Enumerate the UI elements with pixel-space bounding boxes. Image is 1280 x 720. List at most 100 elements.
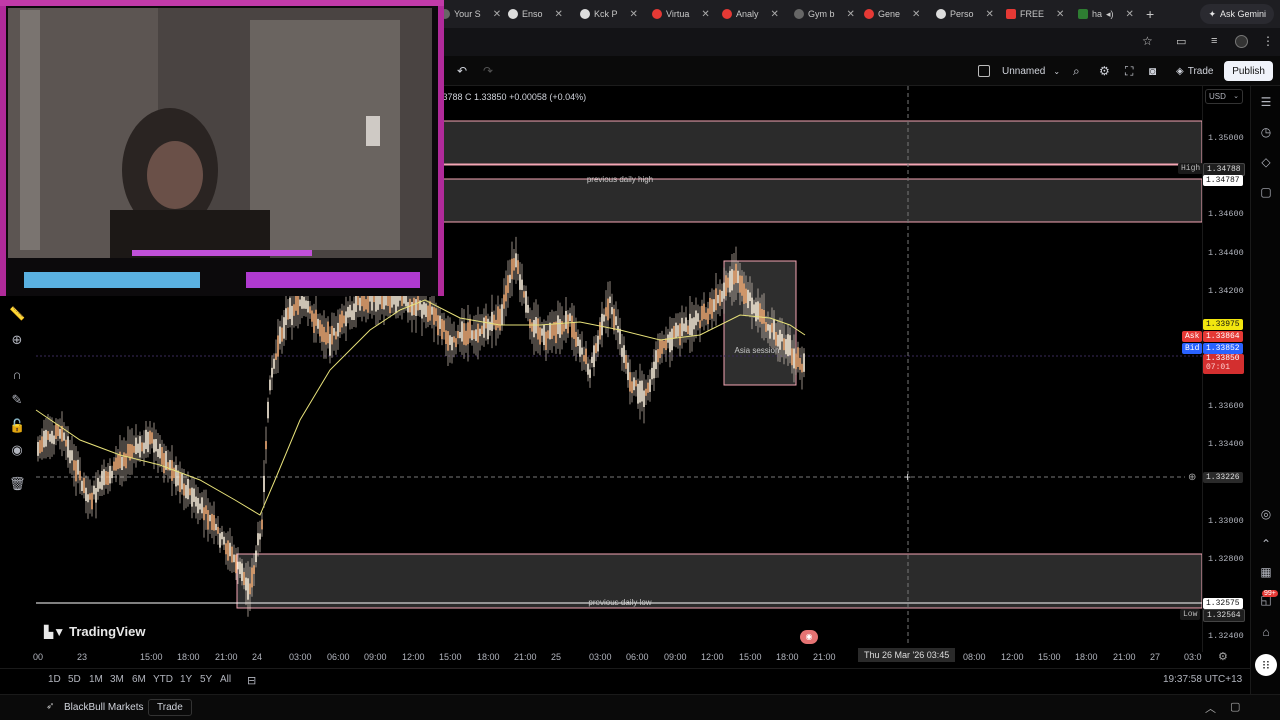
candle-body bbox=[163, 453, 165, 474]
time-axis-settings-icon[interactable]: ⚙ bbox=[1218, 650, 1228, 663]
audio-icon[interactable]: ◂) bbox=[1106, 9, 1114, 20]
candle-body bbox=[39, 440, 41, 454]
candle-body bbox=[607, 298, 609, 321]
candle-body bbox=[659, 339, 661, 359]
bookmark-star-icon[interactable]: ☆ bbox=[1142, 34, 1153, 48]
close-icon[interactable]: ✕ bbox=[630, 9, 638, 20]
clock-label[interactable]: 19:37:58 UTC+13 bbox=[1163, 674, 1242, 685]
settings-gear-icon[interactable]: ⚙ bbox=[1099, 62, 1110, 80]
candle-body bbox=[513, 258, 515, 271]
magnet-icon[interactable]: ∩ bbox=[9, 367, 25, 383]
extensions-icon[interactable]: ≡ bbox=[1211, 35, 1217, 47]
pencil-icon[interactable]: ✎ bbox=[9, 392, 25, 408]
layout-selector[interactable]: Unnamed ⌄ bbox=[978, 62, 1060, 80]
close-icon[interactable]: ✕ bbox=[555, 9, 563, 20]
close-icon[interactable]: ✕ bbox=[493, 9, 501, 20]
browser-tab[interactable]: FREE ✕ bbox=[1006, 4, 1064, 24]
fullscreen-icon[interactable]: ⛶ bbox=[1125, 62, 1133, 80]
close-icon[interactable]: ✕ bbox=[1056, 9, 1064, 20]
candle-body bbox=[437, 315, 439, 336]
browser-tab[interactable]: ha ◂) ✕ bbox=[1078, 4, 1134, 24]
candle-body bbox=[473, 330, 475, 340]
range-1m[interactable]: 1M bbox=[89, 674, 103, 685]
browser-tab[interactable]: Perso ✕ bbox=[936, 4, 994, 24]
close-icon[interactable]: ✕ bbox=[912, 9, 920, 20]
range-ytd[interactable]: YTD bbox=[153, 674, 173, 685]
candle-body bbox=[563, 324, 565, 332]
candle-body bbox=[735, 263, 737, 283]
candle-body bbox=[435, 308, 437, 322]
browser-tab[interactable]: Enso ✕ bbox=[508, 4, 563, 24]
chat-icon[interactable]: ▢ bbox=[1258, 184, 1274, 200]
undo-icon[interactable]: ↶ bbox=[457, 62, 467, 80]
candle-body bbox=[431, 306, 433, 315]
range-1y[interactable]: 1Y bbox=[180, 674, 192, 685]
help-icon[interactable]: ⌂ bbox=[1258, 624, 1274, 640]
date-range-icon[interactable]: ⊟ bbox=[247, 674, 256, 687]
close-icon[interactable]: ✕ bbox=[986, 9, 994, 20]
candle-body bbox=[151, 432, 153, 444]
redo-icon[interactable]: ↷ bbox=[483, 62, 493, 80]
candle-body bbox=[587, 363, 589, 375]
browser-tab[interactable]: Kck P ✕ bbox=[580, 4, 638, 24]
range-3m[interactable]: 3M bbox=[110, 674, 124, 685]
zoom-in-icon[interactable]: ⊕ bbox=[9, 332, 25, 348]
target-icon[interactable]: ◎ bbox=[1258, 506, 1274, 522]
candle-body bbox=[573, 322, 575, 339]
browser-tab[interactable]: Gym b ✕ bbox=[794, 4, 855, 24]
candle-body bbox=[751, 297, 753, 315]
trash-icon[interactable]: 🗑 bbox=[9, 476, 26, 492]
ask-gemini-button[interactable]: ✦ Ask Gemini bbox=[1200, 4, 1274, 24]
new-tab-button[interactable]: + bbox=[1146, 4, 1154, 24]
layers-icon[interactable]: ◇ bbox=[1258, 154, 1274, 170]
candle-body bbox=[421, 304, 423, 319]
range-1d[interactable]: 1D bbox=[48, 674, 61, 685]
close-icon[interactable]: ✕ bbox=[1126, 9, 1134, 20]
browser-tab[interactable]: Your S ✕ bbox=[440, 4, 501, 24]
camera-icon[interactable]: ◙ bbox=[1149, 62, 1156, 80]
candle-body bbox=[787, 334, 789, 357]
ideas-icon[interactable]: ⌃ bbox=[1258, 536, 1274, 552]
candle-body bbox=[601, 313, 603, 336]
calendar-icon[interactable]: ▦ bbox=[1258, 564, 1274, 580]
candle-body bbox=[791, 348, 793, 366]
currency-selector[interactable]: USD ⌄ bbox=[1205, 89, 1243, 104]
candle-body bbox=[709, 297, 711, 315]
apps-grid-icon[interactable]: ⁝⁝ bbox=[1255, 654, 1277, 676]
publish-button[interactable]: Publish bbox=[1224, 61, 1273, 81]
watchlist-icon[interactable]: ☰ bbox=[1258, 94, 1274, 110]
candle-body bbox=[603, 314, 605, 322]
close-icon[interactable]: ✕ bbox=[847, 9, 855, 20]
cast-icon[interactable]: ▭ bbox=[1176, 35, 1186, 48]
range-5d[interactable]: 5D bbox=[68, 674, 81, 685]
candle-body bbox=[299, 299, 301, 307]
broker-name[interactable]: BlackBull Markets bbox=[64, 702, 143, 713]
alerts-clock-icon[interactable]: ◷ bbox=[1258, 124, 1274, 140]
eye-icon[interactable]: ◉ bbox=[9, 442, 25, 458]
search-icon[interactable]: ⌕ bbox=[1073, 62, 1080, 80]
broker-trade-button[interactable]: Trade bbox=[148, 699, 192, 716]
candle-body bbox=[305, 300, 307, 309]
browser-menu-icon[interactable]: ⋮ bbox=[1262, 34, 1274, 48]
browser-tab[interactable]: Virtua ✕ bbox=[652, 4, 710, 24]
browser-tab[interactable]: Gene ✕ bbox=[864, 4, 920, 24]
candle-body bbox=[149, 430, 151, 445]
range-5y[interactable]: 5Y bbox=[200, 674, 212, 685]
range-all[interactable]: All bbox=[220, 674, 231, 685]
close-icon[interactable]: ✕ bbox=[771, 9, 779, 20]
add-alert-icon[interactable]: ⊕ bbox=[1188, 472, 1196, 483]
avatar[interactable] bbox=[1235, 35, 1248, 48]
range-6m[interactable]: 6M bbox=[132, 674, 146, 685]
candle-body bbox=[309, 306, 311, 314]
close-icon[interactable]: ✕ bbox=[701, 9, 709, 20]
record-icon[interactable]: ◉ bbox=[800, 630, 818, 644]
maximize-panel-icon[interactable]: ▢ bbox=[1230, 700, 1240, 713]
ruler-icon[interactable]: 📏 bbox=[9, 306, 25, 322]
candle-body bbox=[321, 324, 323, 342]
ask-value-tag: 1.33864 bbox=[1203, 331, 1243, 342]
time-tick: 03:0 bbox=[1184, 652, 1202, 662]
chevron-up-icon[interactable]: ︿ bbox=[1205, 700, 1216, 716]
trade-button[interactable]: ◈ Trade bbox=[1176, 62, 1213, 80]
lock-icon[interactable]: 🔓 bbox=[9, 418, 25, 434]
browser-tab[interactable]: Analy ✕ bbox=[722, 4, 779, 24]
